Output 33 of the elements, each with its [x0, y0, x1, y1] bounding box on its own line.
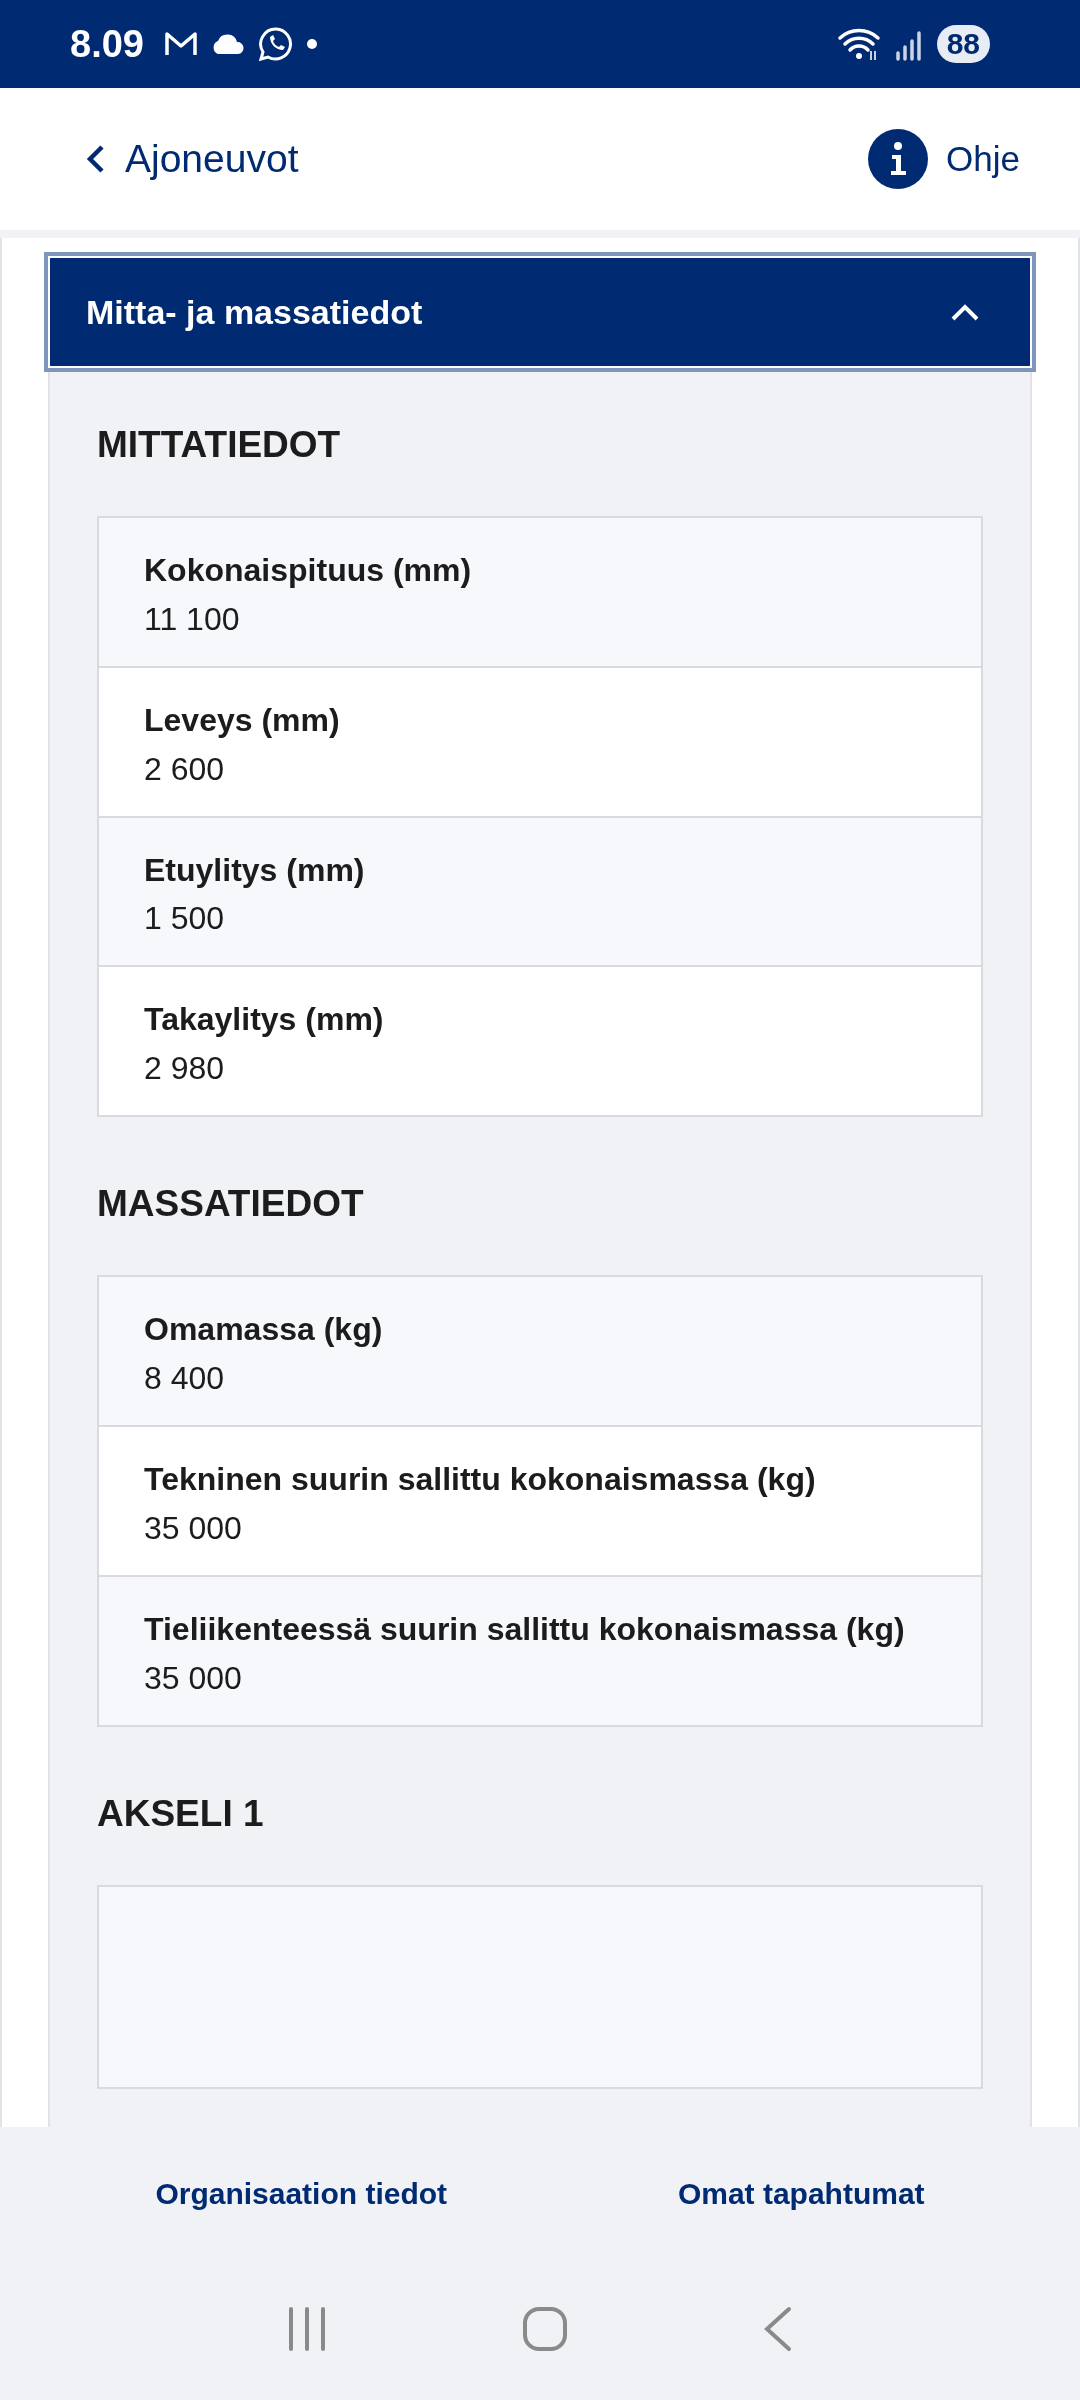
- field-label: Etuylitys (mm): [144, 850, 366, 890]
- field-label: Omamassa (kg): [144, 1310, 384, 1350]
- battery-indicator: 88: [936, 25, 990, 63]
- back-icon[interactable]: [762, 2306, 793, 2352]
- field-label: Kokonaispituus (mm): [144, 551, 473, 590]
- field-value: 2 600: [144, 750, 226, 788]
- dot-icon: [305, 38, 318, 50]
- field-value: 8 400: [144, 1360, 226, 1397]
- recents-icon[interactable]: [287, 2307, 328, 2351]
- field-label: Leveys (mm): [144, 700, 341, 740]
- field-value: 1 500: [144, 900, 226, 938]
- section-heading: AKSELI 1: [97, 1792, 265, 1835]
- back-link[interactable]: Ajoneuvot: [85, 137, 299, 181]
- section-heading: MITTATIEDOT: [97, 424, 342, 466]
- chevron-left-icon: [85, 143, 107, 175]
- status-time: 8.09: [70, 22, 144, 66]
- mail-icon: [163, 30, 198, 58]
- field-value: 11 100: [144, 600, 241, 638]
- section-heading: MASSATIEDOT: [97, 1183, 365, 1226]
- field-value: 2 980: [144, 1050, 226, 1088]
- field-value: 35 000: [144, 1659, 243, 1697]
- field-label: Tekninen suurin sallittu kokonaismassa (kg): [144, 1460, 817, 1499]
- field-value: 35 000: [144, 1509, 243, 1547]
- footer-link[interactable]: Organisaation tiedot: [155, 2177, 448, 2211]
- chevron-up-icon: [950, 302, 980, 322]
- footer-link[interactable]: Omat tapahtumat: [677, 2177, 925, 2211]
- help-button[interactable]: Ohje: [868, 129, 1020, 189]
- wifi-icon: [836, 26, 883, 62]
- field-label: Tieliikenteessä suurin sallittu kokonaismassa (kg): [144, 1609, 906, 1649]
- home-icon[interactable]: [522, 2306, 568, 2352]
- chat-icon: [257, 26, 294, 62]
- info-icon: [868, 129, 929, 189]
- field-label: Takaylitys (mm): [144, 1000, 385, 1040]
